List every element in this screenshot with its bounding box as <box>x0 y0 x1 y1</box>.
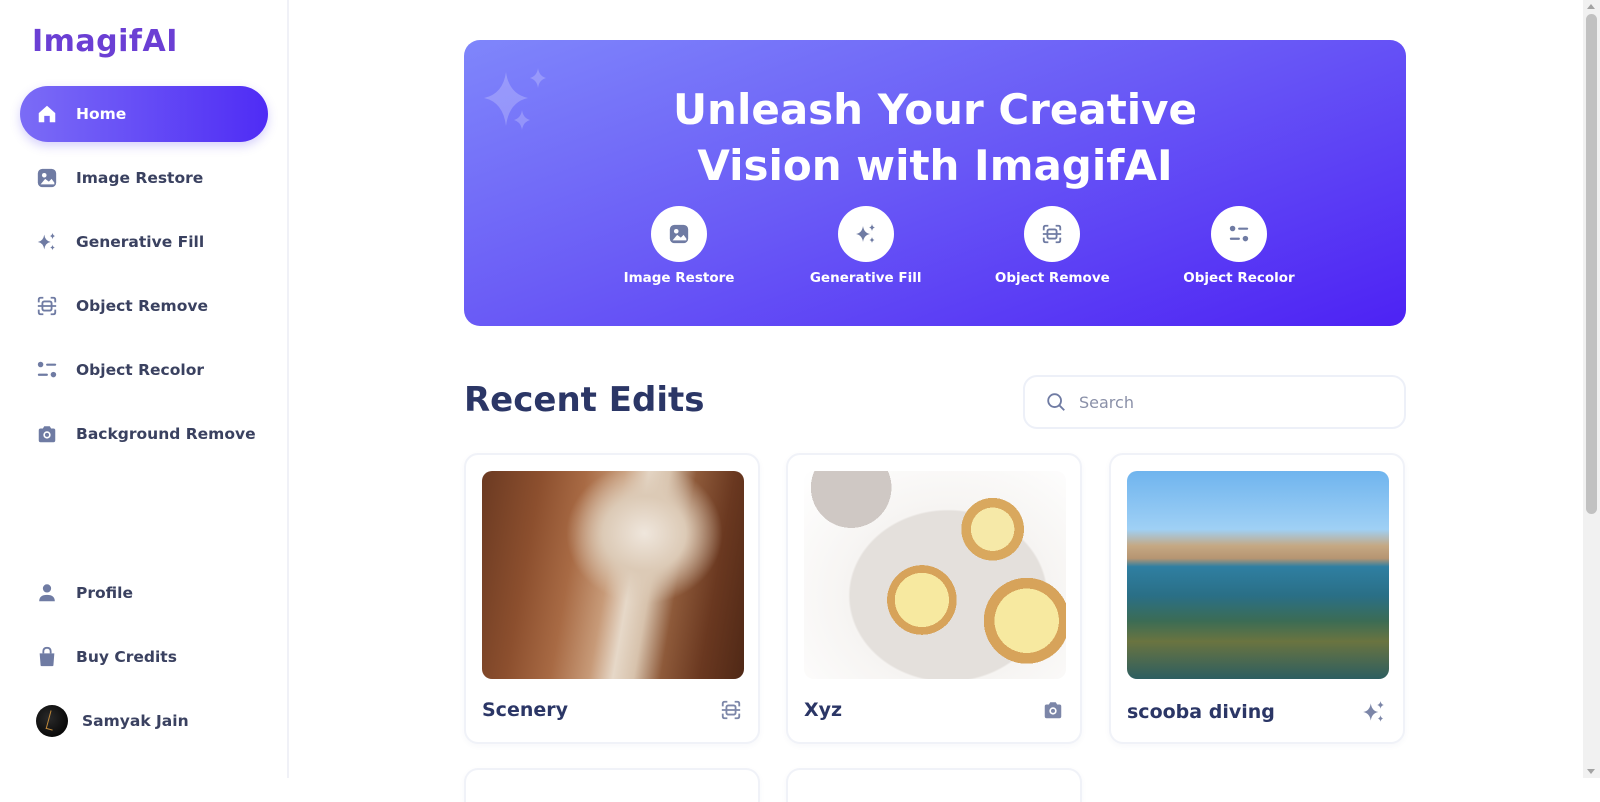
sidebar-item-label: Generative Fill <box>76 233 205 251</box>
hero-title-line-1: Unleash Your Creative <box>672 85 1198 134</box>
sidebar-item-buy-credits[interactable]: Buy Credits <box>20 629 268 685</box>
camera-icon <box>36 423 58 445</box>
hero-action-object-remove[interactable]: Object Remove <box>982 206 1122 286</box>
hero-title-line-2: Vision with ImagifAI <box>697 141 1173 190</box>
edit-card-image[interactable] <box>1127 471 1389 679</box>
hero-action-label: Object Remove <box>994 270 1110 286</box>
sparkles-icon <box>36 231 58 253</box>
edit-card-image[interactable] <box>804 471 1066 679</box>
filter-icon <box>1229 225 1249 242</box>
edit-card-name: Xyz <box>804 699 843 721</box>
sidebar-item-label: Profile <box>76 584 133 602</box>
sidebar-item-label: Background Remove <box>76 425 256 443</box>
sidebar-bottom: Profile Buy Credits Samyak Jain <box>20 565 268 749</box>
search-input[interactable] <box>1079 392 1379 412</box>
search-icon <box>1047 393 1065 411</box>
hero-action-circle[interactable] <box>1210 206 1267 262</box>
edit-card-name: scooba diving <box>1127 701 1275 723</box>
user-icon <box>36 582 58 604</box>
sidebar-nav: Home Image Restore Generative Fill Objec… <box>20 86 268 470</box>
sidebar-item-label: Object Recolor <box>76 361 204 379</box>
edit-card-image[interactable] <box>482 471 744 679</box>
filter-icon <box>36 359 58 381</box>
edit-card-partial[interactable] <box>464 768 760 802</box>
hero-banner: Unleash Your Creative Vision with Imagif… <box>464 40 1406 326</box>
image-icon <box>669 224 689 244</box>
hero-actions: Image Restore Generative Fill Object Rem… <box>609 206 1309 286</box>
scroll-up-arrow[interactable] <box>1587 4 1595 9</box>
user-name: Samyak Jain <box>82 712 189 730</box>
sidebar-item-label: Object Remove <box>76 297 208 315</box>
scrollbar-thumb[interactable] <box>1586 14 1597 514</box>
hero-action-generative-fill[interactable]: Generative Fill <box>796 206 936 286</box>
sidebar-item-home[interactable]: Home <box>20 86 268 142</box>
search-box[interactable] <box>1023 375 1406 429</box>
sidebar-item-generative-fill[interactable]: Generative Fill <box>20 214 268 270</box>
app-logo[interactable]: ImagifAI <box>32 24 178 59</box>
hero-action-circle[interactable] <box>837 206 894 262</box>
sidebar: ImagifAI Home Image Restore Generative F… <box>0 0 289 778</box>
hero-action-circle[interactable] <box>651 206 707 262</box>
camera-icon <box>1044 702 1062 719</box>
sidebar-item-label: Home <box>76 105 127 123</box>
hero-action-label: Generative Fill <box>809 270 922 286</box>
scan-icon <box>1043 224 1062 244</box>
sparkles-icon <box>855 224 875 243</box>
sidebar-item-object-remove[interactable]: Object Remove <box>20 278 268 334</box>
sidebar-item-image-restore[interactable]: Image Restore <box>20 150 268 206</box>
image-icon <box>36 167 58 189</box>
sidebar-item-profile[interactable]: Profile <box>20 565 268 621</box>
hero-action-label: Object Recolor <box>1183 270 1295 286</box>
avatar <box>36 705 68 737</box>
sidebar-item-label: Buy Credits <box>76 648 177 666</box>
edit-card-partial[interactable] <box>786 768 1082 802</box>
recent-edits-title: Recent Edits <box>464 380 705 420</box>
sparkles-icon <box>1363 701 1384 722</box>
home-icon <box>36 103 58 125</box>
bag-icon <box>36 646 58 668</box>
sidebar-item-object-recolor[interactable]: Object Recolor <box>20 342 268 398</box>
scan-icon <box>721 700 741 720</box>
user-profile[interactable]: Samyak Jain <box>20 693 268 749</box>
page-scrollbar[interactable] <box>1583 0 1600 778</box>
edit-card-name: Scenery <box>482 699 569 721</box>
hero-title: Unleash Your Creative Vision with Imagif… <box>464 82 1406 194</box>
scroll-down-arrow[interactable] <box>1587 769 1595 774</box>
edit-card[interactable]: Xyz <box>786 453 1082 744</box>
scan-icon <box>36 295 58 317</box>
sidebar-item-label: Image Restore <box>76 169 204 187</box>
hero-action-label: Image Restore <box>623 270 735 286</box>
edit-card[interactable]: scooba diving <box>1109 453 1405 744</box>
hero-action-object-recolor[interactable]: Object Recolor <box>1169 206 1309 286</box>
hero-action-circle[interactable] <box>1024 206 1081 262</box>
edit-card[interactable]: Scenery <box>464 453 760 744</box>
sidebar-item-background-remove[interactable]: Background Remove <box>20 406 268 462</box>
hero-action-image-restore[interactable]: Image Restore <box>609 206 749 286</box>
